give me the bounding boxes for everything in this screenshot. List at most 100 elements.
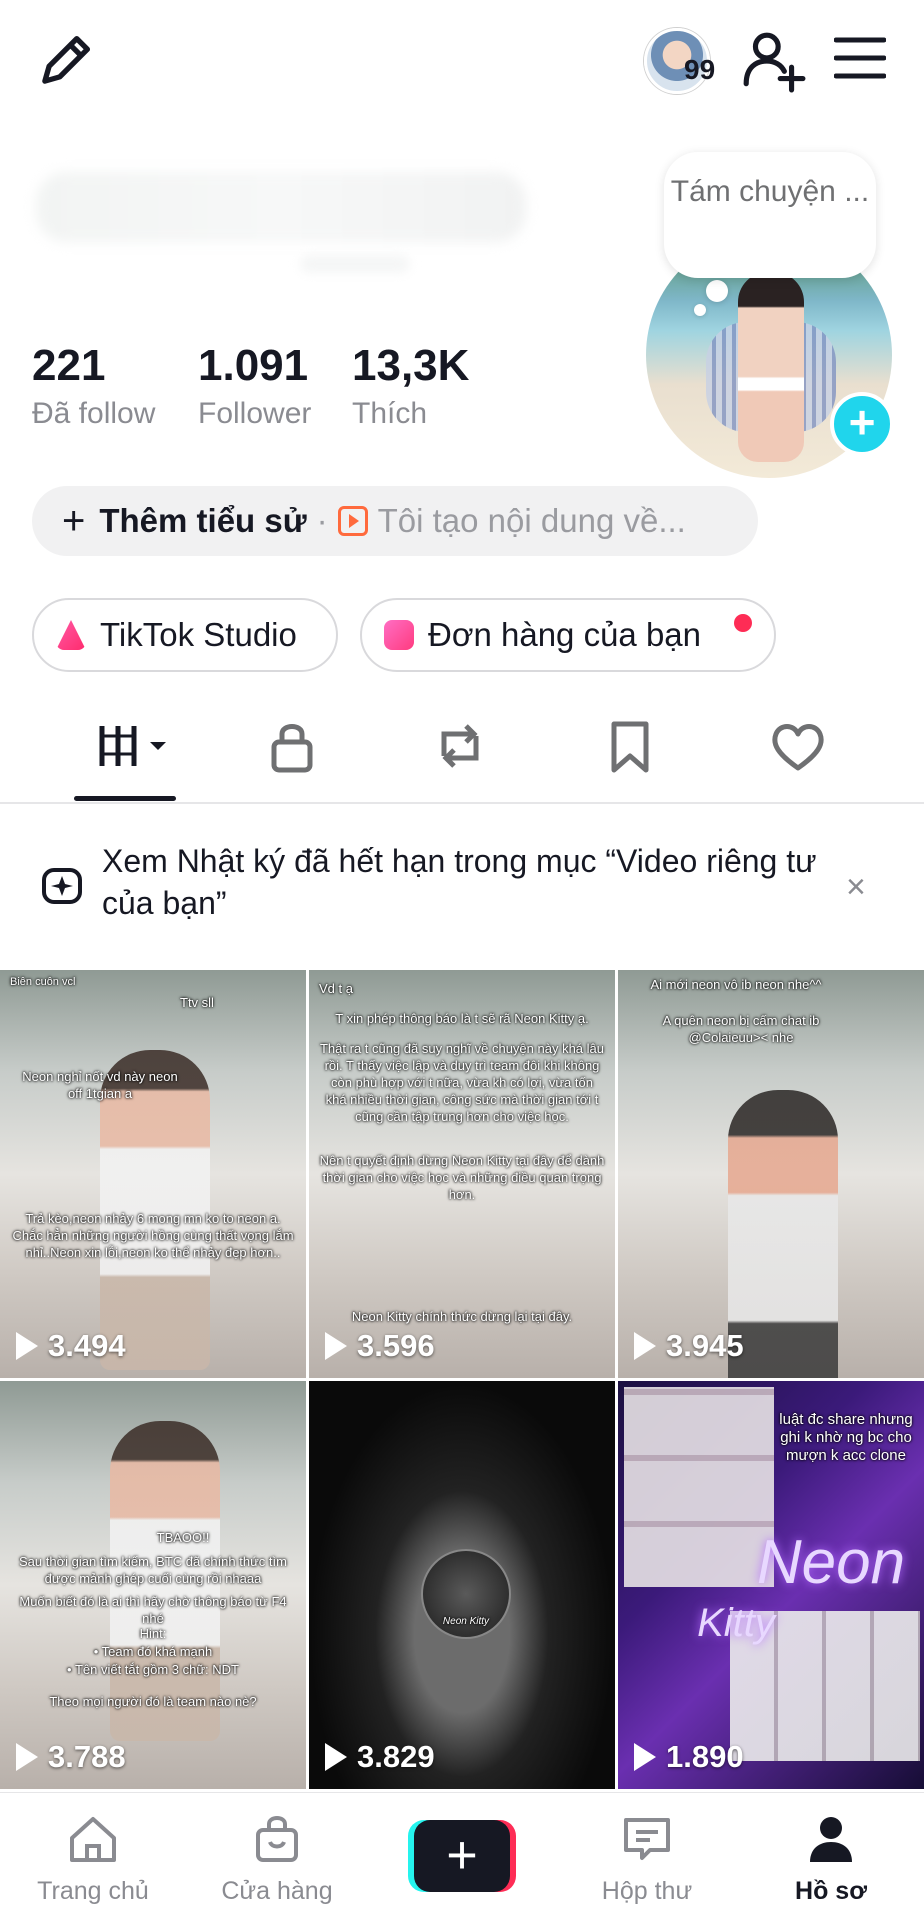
video-caption: luật đc share nhưng ghi k nhờ ng bc cho … [779,1411,913,1464]
view-count-value: 3.945 [666,1328,744,1363]
play-icon [634,1743,656,1771]
bio-separator: · [316,502,328,539]
video-caption: • Team đó khá mạnh [93,1644,213,1659]
video-caption: T xin phép thông báo là t sẽ rã Neon Kit… [335,1011,589,1026]
video-caption: Muốn biết đó là ai thì hãy chờ thông báo… [19,1594,287,1626]
view-count: 3.945 [634,1328,744,1364]
notification-dot [734,614,752,632]
video-caption: Nên t quyết định dừng Neon Kitty tại đây… [319,1153,605,1202]
nav-profile-label: Hồ sơ [795,1877,867,1905]
home-icon [70,1817,116,1862]
play-icon [634,1332,656,1360]
studio-icon [56,620,86,650]
profile-subtext-blurred [300,255,410,273]
video-thumbnail[interactable]: Neon Kitty 3.829 [309,1381,615,1789]
video-thumbnail[interactable]: Ai mới neon vô ib neon nhe^^ A quên neon… [618,970,924,1378]
nav-home-label: Trang chủ [37,1877,149,1905]
video-caption: Trả kèo,neon nhảy 6 mong mn ko to neon a… [12,1211,294,1260]
shop-icon [256,1816,298,1862]
play-icon [16,1332,38,1360]
video-thumbnail[interactable]: Biên cuôn vcl Ttv sll Neon nghỉ nốt vd n… [0,970,306,1378]
video-caption: Neon Kitty [442,1616,490,1627]
tiktok-studio-button[interactable]: TikTok Studio [32,598,338,672]
nav-profile[interactable]: Hồ sơ [756,1812,906,1906]
video-caption: TBAOO!! [156,1530,210,1545]
profile-name-blurred [36,172,526,242]
bubble-tail-small [694,304,706,316]
add-user-icon[interactable] [740,28,806,94]
stat-following-value: 221 [32,341,106,390]
nav-home[interactable]: Trang chủ [18,1812,168,1906]
note-bubble[interactable]: Tám chuyện ... [664,152,876,278]
view-count-value: 1.890 [666,1739,744,1774]
sparkle-icon [42,868,82,904]
tiktok-studio-label: TikTok Studio [100,616,297,653]
stat-following-label: Đã follow [32,397,156,430]
top-bar: 99 [0,0,924,120]
video-thumbnail[interactable]: luật đc share nhưng ghi k nhờ ng bc cho … [618,1381,924,1789]
pencil-icon[interactable] [30,28,98,96]
add-bio-button[interactable]: + Thêm tiểu sử · Tôi tạo nội dung về... [32,486,758,556]
view-count: 3.494 [16,1328,126,1364]
stat-following[interactable]: 221 Đã follow [32,340,155,434]
video-caption: Ai mới neon vô ib neon nhe^^ [650,977,822,992]
bio-hint: Tôi tạo nội dung về... [377,502,686,539]
view-count-value: 3.788 [48,1739,126,1774]
inbox-icon [624,1818,670,1860]
profile-tabs [0,700,924,804]
video-caption: • Tên viết tắt gồm 3 chữ: NDT [67,1662,239,1677]
play-icon [325,1332,347,1360]
orders-button[interactable]: Đơn hàng của bạn [360,598,776,672]
view-count: 3.788 [16,1739,126,1775]
video-thumbnail[interactable]: TBAOO!! Sau thời gian tìm kiếm, BTC đã c… [0,1381,306,1789]
play-icon [16,1743,38,1771]
grid-icon[interactable] [96,716,176,776]
video-caption: Biên cuôn vcl [10,976,76,988]
thumbnail-figure [728,1090,838,1378]
video-caption: Hint: [139,1626,167,1641]
stat-likes-label: Thích [352,397,428,430]
heart-icon[interactable] [768,716,828,776]
stat-likes[interactable]: 13,3K Thích [352,340,469,434]
nav-shop[interactable]: Cửa hàng [202,1812,352,1906]
video-caption: Theo mọi người đó là team nào nè? [49,1694,257,1709]
lock-icon[interactable] [262,716,322,776]
close-icon[interactable]: × [846,868,866,907]
video-caption: Neon [756,1528,906,1597]
add-bio-label: Thêm tiểu sử [99,502,307,539]
view-count-value: 3.494 [48,1328,126,1363]
stat-followers-label: Follower [198,397,312,430]
profile-icon [810,1817,852,1862]
stat-followers[interactable]: 1.091 Follower [198,340,311,434]
video-caption: Ttv sll [180,995,214,1010]
view-count: 3.829 [325,1739,435,1775]
video-caption: Neon Kitty chính thức dừng lại tại đây. [351,1309,573,1324]
view-count-value: 3.829 [357,1739,435,1774]
video-caption: A quên neon bị cấm chat ib @Colaieuu>< n… [662,1013,820,1045]
video-grid: Biên cuôn vcl Ttv sll Neon nghỉ nốt vd n… [0,970,924,1790]
add-story-plus-icon[interactable]: + [830,392,894,456]
view-count: 1.890 [634,1739,744,1775]
stat-likes-value: 13,3K [352,341,470,390]
nav-inbox[interactable]: Hộp thư [572,1812,722,1906]
nav-shop-label: Cửa hàng [221,1877,333,1905]
play-icon [325,1743,347,1771]
create-button[interactable]: + [408,1820,516,1892]
video-thumbnail[interactable]: Vd t ạ T xin phép thông báo là t sẽ rã N… [309,970,615,1378]
stat-followers-value: 1.091 [198,341,309,390]
note-bubble-text: Tám chuyện ... [670,175,870,208]
notice-text: Xem Nhật ký đã hết hạn trong mục “Video … [102,843,817,921]
story-count: 99 [684,54,716,85]
plus-icon: + [414,1820,510,1892]
bubble-tail-large [706,280,728,302]
repost-icon[interactable] [430,716,490,776]
orders-label: Đơn hàng của bạn [428,616,702,653]
avatar-photo-person [738,272,804,462]
video-caption: Sau thời gian tìm kiếm, BTC đã chính thứ… [19,1554,287,1586]
shopping-bag-icon [384,620,414,650]
video-caption: Kitty [697,1601,775,1645]
video-caption: Neon nghỉ nốt vd này neon off 1tgian a [22,1069,178,1101]
bookmark-icon[interactable] [600,716,660,776]
view-count-value: 3.596 [357,1328,435,1363]
menu-icon[interactable] [834,36,886,80]
